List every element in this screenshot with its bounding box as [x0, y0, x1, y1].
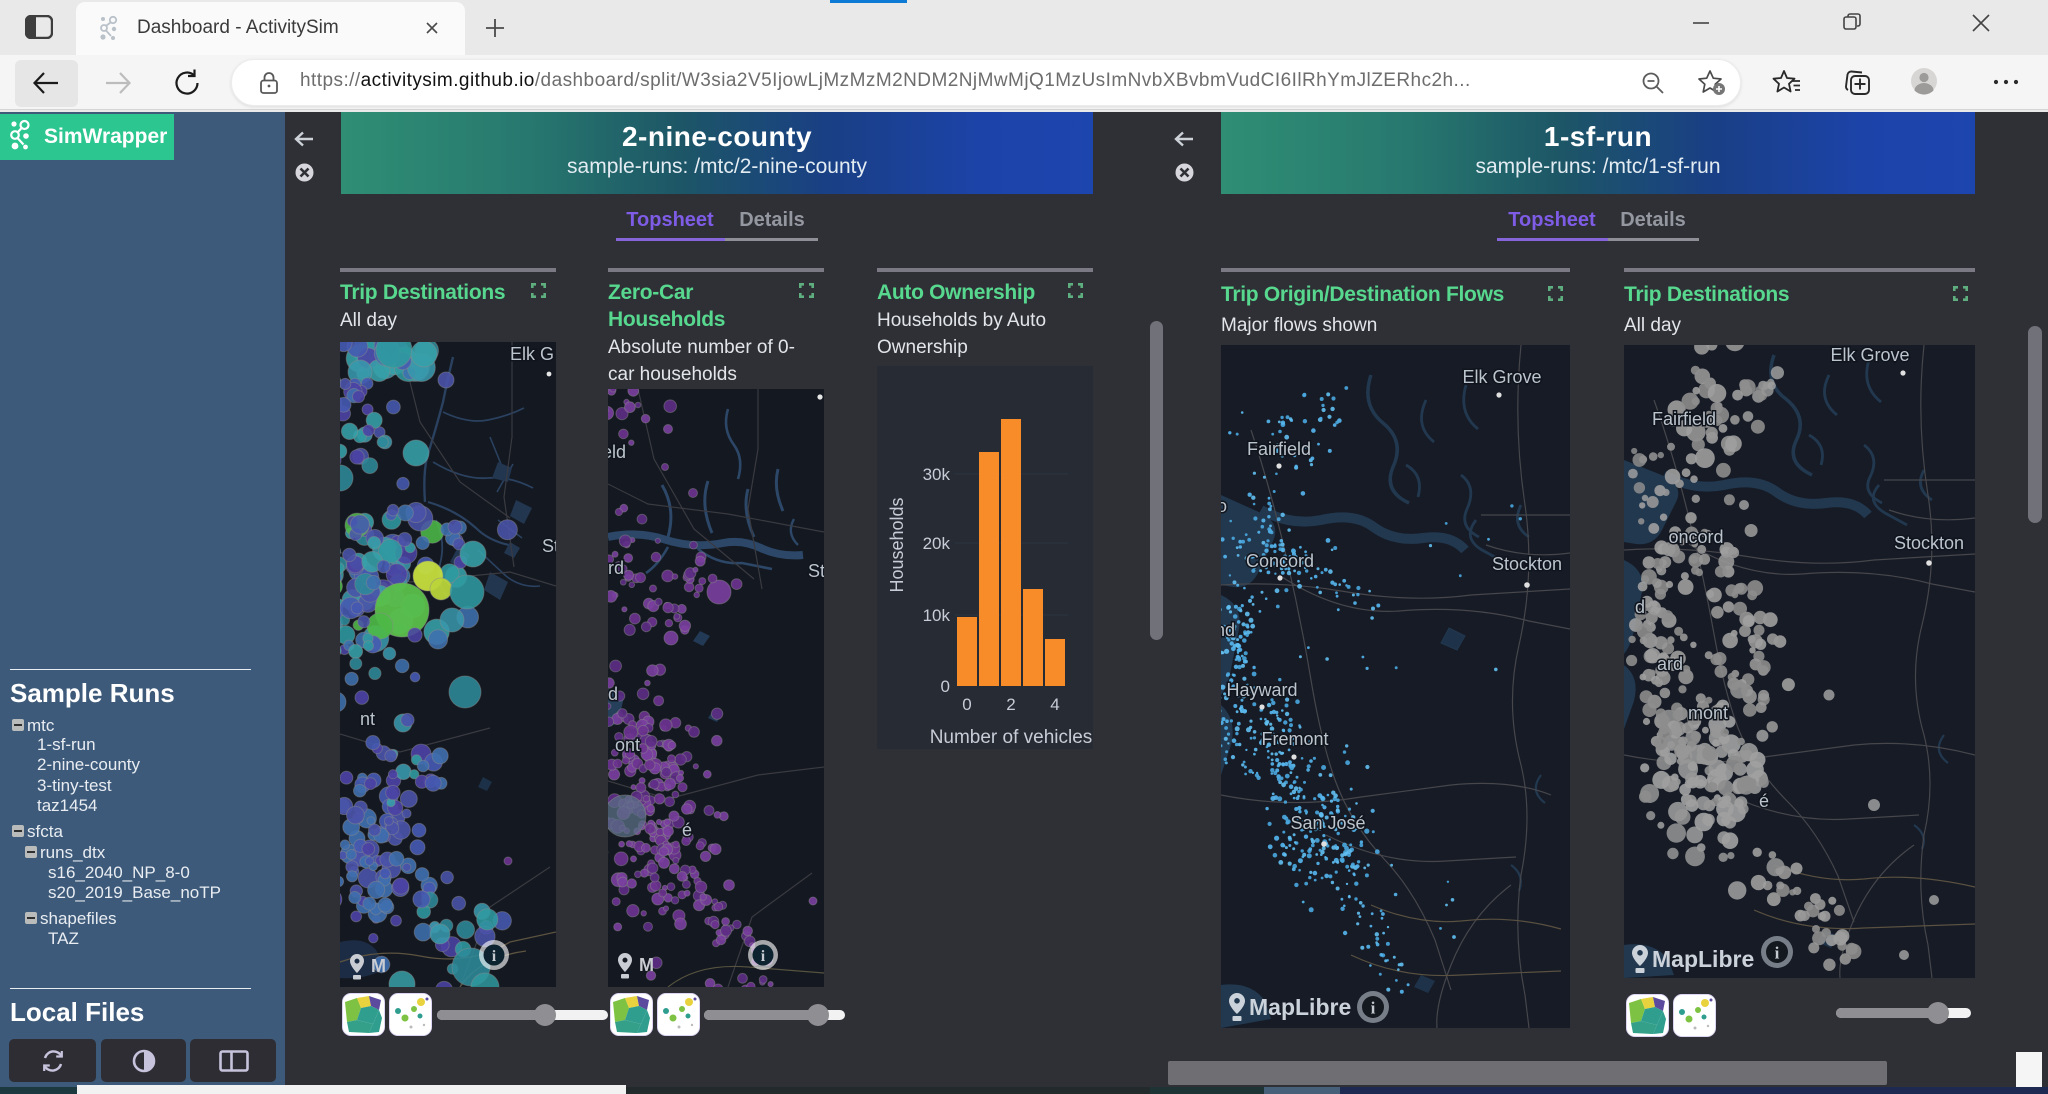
svg-text:Elk Grove: Elk Grove: [1462, 367, 1541, 387]
svg-text:ord: ord: [608, 558, 624, 578]
svg-text:i: i: [1371, 999, 1376, 1018]
svg-text:Number of vehicles: Number of vehicles: [930, 727, 1093, 748]
svg-text:nd: nd: [1221, 620, 1235, 640]
svg-text:nt: nt: [360, 709, 375, 729]
svg-text:0: 0: [941, 677, 950, 696]
svg-text:M: M: [371, 956, 386, 976]
svg-text:i: i: [492, 948, 497, 965]
svg-text:MapLibre: MapLibre: [1652, 946, 1754, 972]
svg-text:Fremont: Fremont: [1261, 729, 1328, 749]
svg-text:oncord: oncord: [1668, 527, 1723, 547]
svg-text:Stockton: Stockton: [1894, 533, 1964, 553]
svg-text:ard: ard: [1657, 654, 1683, 674]
svg-text:2: 2: [1006, 695, 1015, 714]
svg-text:Elk Grove: Elk Grove: [1830, 345, 1909, 365]
svg-text:Stockton: Stockton: [1492, 554, 1562, 574]
svg-text:0: 0: [962, 695, 971, 714]
svg-text:MapLibre: MapLibre: [1249, 994, 1351, 1020]
svg-text:Households: Households: [887, 497, 907, 592]
svg-text:d: d: [1635, 597, 1645, 617]
svg-text:é: é: [1759, 791, 1769, 811]
svg-text:é: é: [682, 820, 692, 840]
svg-text:Elk G: Elk G: [510, 344, 554, 364]
svg-text:St: St: [808, 561, 824, 581]
svg-text:mont: mont: [1688, 703, 1728, 723]
svg-text:o: o: [1221, 496, 1227, 516]
svg-text:10k: 10k: [923, 606, 951, 625]
svg-text:M: M: [639, 955, 654, 975]
svg-text:ont: ont: [615, 735, 640, 755]
svg-text:Hayward: Hayward: [1226, 680, 1297, 700]
svg-text:i: i: [761, 948, 766, 965]
svg-text:30k: 30k: [923, 465, 951, 484]
svg-text:d: d: [608, 684, 618, 704]
svg-text:Fairfield: Fairfield: [1247, 439, 1311, 459]
svg-text:Fairfield: Fairfield: [1652, 409, 1716, 429]
svg-text:St: St: [542, 536, 556, 556]
svg-text:Concord: Concord: [1246, 551, 1314, 571]
svg-text:4: 4: [1050, 695, 1059, 714]
svg-text:i: i: [1775, 944, 1780, 963]
svg-text:eld: eld: [608, 442, 626, 462]
svg-text:San José: San José: [1290, 813, 1365, 833]
svg-text:20k: 20k: [923, 534, 951, 553]
